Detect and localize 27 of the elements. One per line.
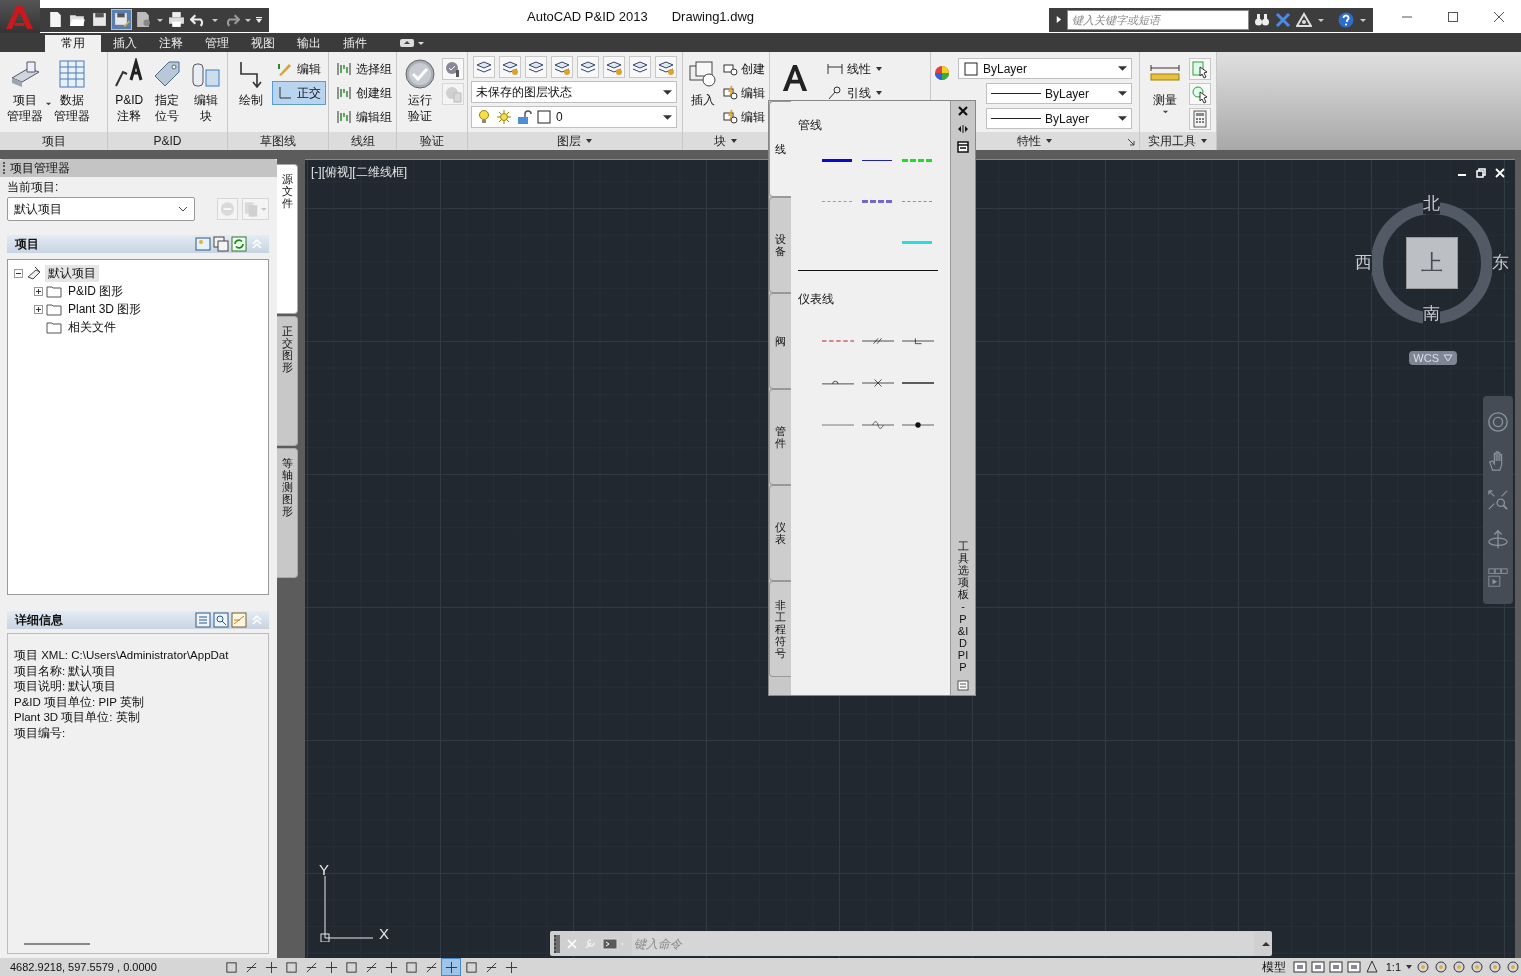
coordinates-readout: 4682.9218, 597.5579 , 0.0000 — [10, 961, 158, 973]
panel-title: 项目管理器 — [10, 159, 70, 177]
detail-line: 项目说明: 默认项目 — [14, 679, 118, 694]
detail-line: 项目名称: 默认项目 — [14, 663, 118, 679]
current-project-label: 当前项目: — [7, 179, 60, 195]
palette-section-heading: 仪表线 — [798, 291, 835, 308]
section-title: 详细信息 — [15, 611, 63, 629]
detail-line: Plant 3D 项目单位: 英制 — [14, 710, 141, 725]
detail-line: 项目 XML: C:\Users\Administrator\AppDat — [14, 648, 230, 663]
panel-title: 图层 — [557, 132, 581, 150]
section-title: 项目 — [15, 235, 39, 253]
document-title: Drawing1.dwg — [671, 9, 755, 24]
panel-title: P&ID — [153, 134, 182, 148]
panel-title: 实用工具 — [1148, 132, 1196, 150]
panel-title: 验证 — [420, 132, 444, 150]
palette-section-heading: 管线 — [798, 117, 823, 134]
panel-title: 线组 — [350, 132, 375, 150]
panel-title: 草图线 — [260, 132, 296, 150]
panel-title: 块 — [714, 132, 726, 150]
detail-line: P&ID 项目单位: PIP 英制 — [14, 694, 145, 710]
palette-title: 工具选项板 - P&ID PIP — [957, 539, 969, 673]
axis-label: Y — [319, 862, 329, 878]
detail-line: 项目编号: — [14, 725, 67, 741]
axis-label: X — [379, 926, 389, 942]
panel-title: 项目 — [41, 132, 66, 150]
window-title: AutoCAD P&ID 2013 — [527, 9, 648, 24]
panel-title: 特性 — [1017, 132, 1041, 150]
